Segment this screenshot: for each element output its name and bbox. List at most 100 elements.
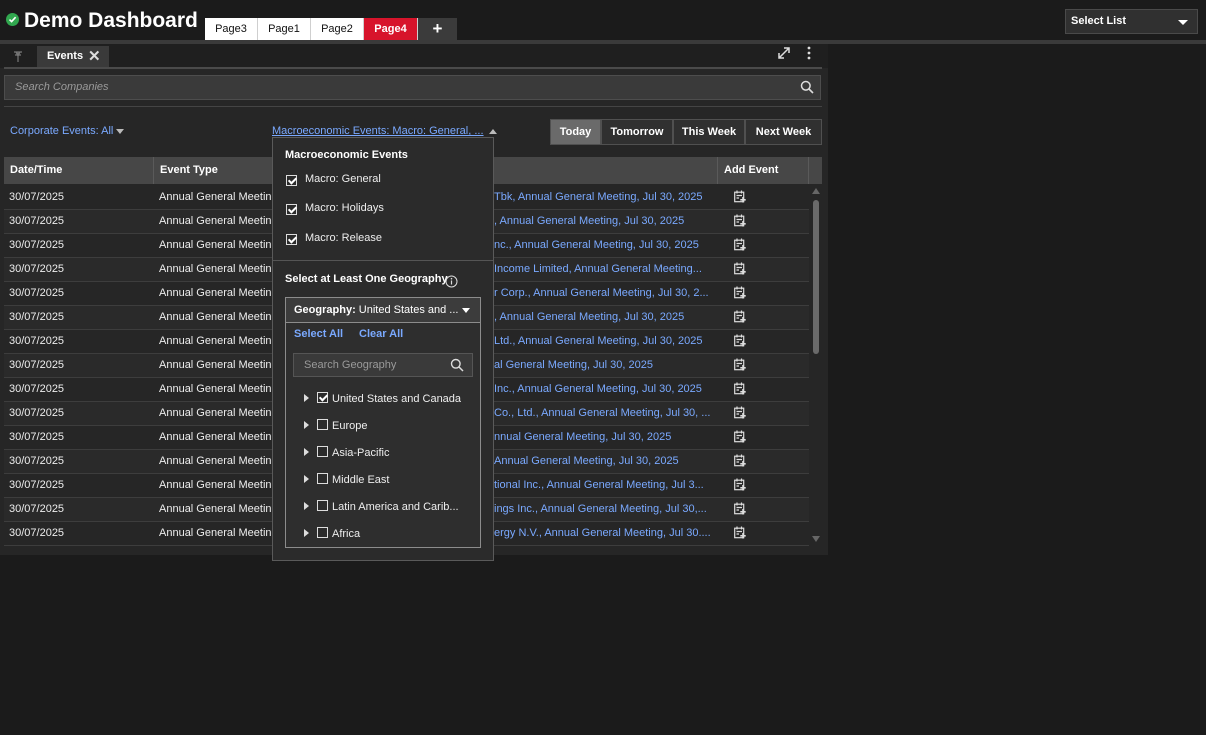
tomorrow-button[interactable]: Tomorrow — [601, 119, 673, 145]
popup-divider — [273, 260, 493, 261]
row-event-link[interactable]: nnual General Meeting, Jul 30, 2025 — [494, 431, 716, 443]
next-week-button[interactable]: Next Week — [745, 119, 822, 145]
add-to-calendar-icon[interactable] — [734, 478, 746, 491]
add-page-plus-icon[interactable]: + — [418, 18, 457, 40]
close-icon[interactable]: ✕ — [88, 47, 101, 65]
scroll-up-icon[interactable] — [812, 188, 820, 194]
this-week-button[interactable]: This Week — [673, 119, 745, 145]
today-button[interactable]: Today — [550, 119, 601, 145]
divider — [4, 106, 822, 107]
geography-dropdown-prefix: Geography: — [294, 304, 356, 316]
macro-release-label[interactable]: Macro: Release — [305, 232, 382, 244]
geography-label[interactable]: Africa — [332, 528, 360, 540]
row-event-type: Annual General Meeting — [159, 359, 274, 371]
info-icon[interactable] — [445, 275, 458, 288]
row-event-link[interactable]: ergy N.V., Annual General Meeting, Jul 3… — [494, 527, 716, 539]
column-header-date[interactable]: Date/Time — [4, 157, 154, 184]
add-to-calendar-icon[interactable] — [734, 334, 746, 347]
geography-checkbox[interactable] — [317, 500, 328, 511]
geography-checkbox[interactable] — [317, 392, 328, 403]
row-event-type: Annual General Meeting — [159, 287, 274, 299]
more-options-icon[interactable] — [806, 46, 812, 63]
macro-events-filter-label: Macroeconomic Events: Macro: General, ..… — [272, 125, 484, 137]
macro-general-label[interactable]: Macro: General — [305, 173, 381, 185]
add-to-calendar-icon[interactable] — [734, 382, 746, 395]
add-to-calendar-icon[interactable] — [734, 190, 746, 203]
select-list-dropdown[interactable]: Select List — [1065, 9, 1198, 34]
add-to-calendar-icon[interactable] — [734, 214, 746, 227]
column-header-add-event: Add Event — [718, 157, 809, 184]
scrollbar-thumb[interactable] — [813, 200, 819, 354]
add-to-calendar-icon[interactable] — [734, 310, 746, 323]
add-to-calendar-icon[interactable] — [734, 262, 746, 275]
geography-dropdown[interactable]: Geography: United States and ... — [285, 297, 481, 323]
corporate-events-filter[interactable]: Corporate Events: All — [10, 125, 125, 137]
geography-label[interactable]: Middle East — [332, 474, 389, 486]
row-event-link[interactable]: Ltd., Annual General Meeting, Jul 30, 20… — [494, 335, 716, 347]
add-to-calendar-icon[interactable] — [734, 430, 746, 443]
select-all-link[interactable]: Select All — [294, 328, 343, 340]
geography-checkbox[interactable] — [317, 473, 328, 484]
row-event-link[interactable]: Tbk, Annual General Meeting, Jul 30, 202… — [494, 191, 716, 203]
page-tab-page4[interactable]: Page4 — [364, 18, 418, 40]
geography-label[interactable]: United States and Canada — [332, 393, 461, 405]
add-to-calendar-icon[interactable] — [734, 502, 746, 515]
expand-arrow-icon[interactable] — [304, 394, 309, 402]
add-to-calendar-icon[interactable] — [734, 526, 746, 539]
geography-search-input[interactable] — [302, 358, 446, 372]
row-event-link[interactable]: Annual General Meeting, Jul 30, 2025 — [494, 455, 716, 467]
search-icon[interactable] — [800, 80, 814, 94]
page-tab-page3[interactable]: Page3 — [205, 18, 258, 40]
geography-search[interactable] — [293, 353, 473, 377]
expand-arrow-icon[interactable] — [304, 475, 309, 483]
geography-label[interactable]: Latin America and Carib... — [332, 501, 459, 513]
macro-release-checkbox[interactable] — [286, 234, 297, 245]
row-event-link[interactable]: Income Limited, Annual General Meeting..… — [494, 263, 716, 275]
page-tab-page2[interactable]: Page2 — [311, 18, 364, 40]
row-event-link[interactable]: nc., Annual General Meeting, Jul 30, 202… — [494, 239, 716, 251]
geography-heading: Select at Least One Geography — [285, 273, 448, 285]
company-search[interactable] — [4, 75, 821, 100]
expand-arrow-icon[interactable] — [304, 448, 309, 456]
geography-checkbox[interactable] — [317, 527, 328, 538]
geography-checkbox[interactable] — [317, 419, 328, 430]
macro-holidays-checkbox[interactable] — [286, 204, 297, 215]
antenna-icon — [11, 49, 25, 66]
row-event-link[interactable]: Co., Ltd., Annual General Meeting, Jul 3… — [494, 407, 716, 419]
macro-events-heading: Macroeconomic Events — [285, 149, 408, 161]
geography-checkbox[interactable] — [317, 446, 328, 457]
macro-holidays-label[interactable]: Macro: Holidays — [305, 202, 384, 214]
row-date: 30/07/2025 — [9, 191, 65, 203]
search-icon[interactable] — [450, 358, 464, 372]
expand-arrow-icon[interactable] — [304, 529, 309, 537]
macro-general-checkbox[interactable] — [286, 175, 297, 186]
company-search-input[interactable] — [13, 80, 777, 94]
row-event-link[interactable]: r Corp., Annual General Meeting, Jul 30,… — [494, 287, 716, 299]
row-event-link[interactable]: tional Inc., Annual General Meeting, Jul… — [494, 479, 716, 491]
row-event-type: Annual General Meeting — [159, 527, 274, 539]
corporate-events-filter-label: Corporate Events: All — [10, 125, 114, 137]
page-tab-page1[interactable]: Page1 — [258, 18, 311, 40]
add-to-calendar-icon[interactable] — [734, 286, 746, 299]
add-to-calendar-icon[interactable] — [734, 238, 746, 251]
add-to-calendar-icon[interactable] — [734, 406, 746, 419]
scroll-down-icon[interactable] — [812, 536, 820, 542]
row-event-link[interactable]: ings Inc., Annual General Meeting, Jul 3… — [494, 503, 716, 515]
clear-all-link[interactable]: Clear All — [359, 328, 403, 340]
row-event-link[interactable]: , Annual General Meeting, Jul 30, 2025 — [494, 215, 716, 227]
row-event-link[interactable]: al General Meeting, Jul 30, 2025 — [494, 359, 716, 371]
macro-events-filter[interactable]: Macroeconomic Events: Macro: General, ..… — [272, 125, 497, 137]
chevron-down-icon — [1178, 20, 1188, 25]
row-date: 30/07/2025 — [9, 263, 65, 275]
expand-arrow-icon[interactable] — [304, 421, 309, 429]
row-event-type: Annual General Meeting — [159, 311, 274, 323]
add-to-calendar-icon[interactable] — [734, 454, 746, 467]
events-tab[interactable]: Events ✕ — [37, 46, 109, 68]
row-event-link[interactable]: Inc., Annual General Meeting, Jul 30, 20… — [494, 383, 716, 395]
geography-label[interactable]: Asia-Pacific — [332, 447, 389, 459]
row-event-link[interactable]: , Annual General Meeting, Jul 30, 2025 — [494, 311, 716, 323]
geography-label[interactable]: Europe — [332, 420, 367, 432]
expand-arrow-icon[interactable] — [304, 502, 309, 510]
expand-icon[interactable] — [777, 46, 791, 63]
add-to-calendar-icon[interactable] — [734, 358, 746, 371]
